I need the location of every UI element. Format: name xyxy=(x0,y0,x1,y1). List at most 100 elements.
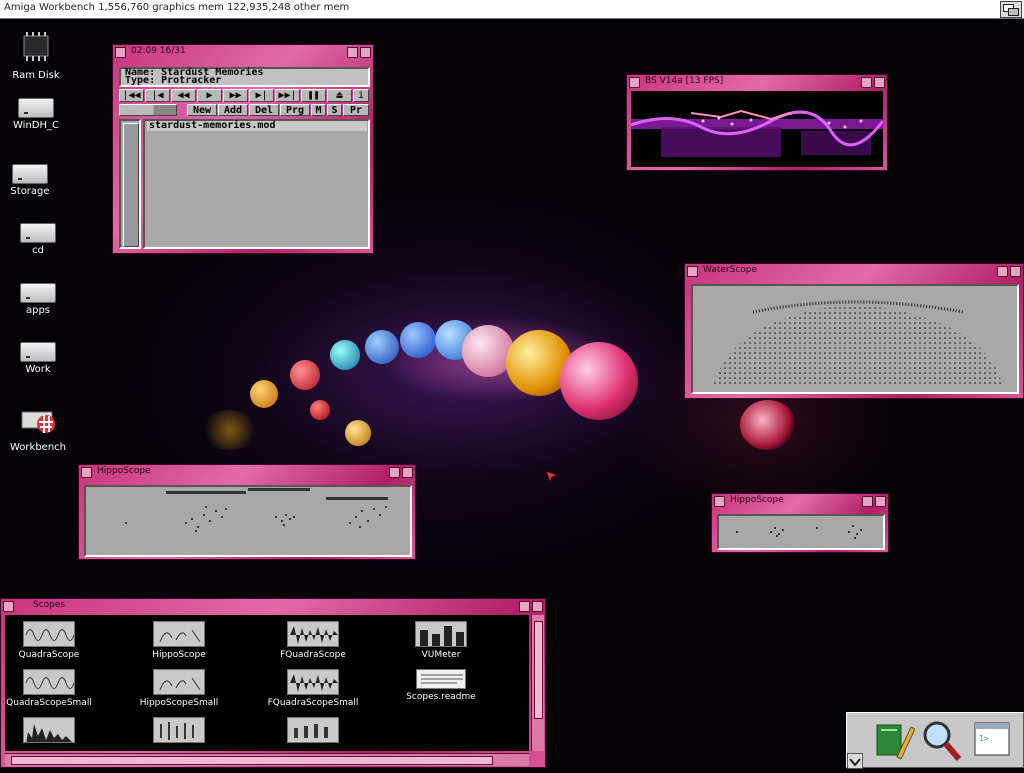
dock-toggle-gadget[interactable] xyxy=(847,753,863,769)
vu-meter-icon xyxy=(415,621,467,647)
scopes-icon-area: QuadraScope HippoScope FQuadraScope VUMe… xyxy=(5,615,529,751)
scopes-horizontal-scrollbar[interactable] xyxy=(5,753,529,766)
scopes-hscroll-knob[interactable] xyxy=(11,756,493,765)
player-window[interactable]: 02:09 16/31 Name: Stardust Memories Type… xyxy=(112,44,374,254)
delete-button[interactable]: Del xyxy=(249,104,279,116)
playlist-item[interactable]: stardust-memories.mod xyxy=(147,121,367,131)
list-button-bar: New Add Del Prg M S Pr xyxy=(119,104,371,117)
close-gadget[interactable] xyxy=(687,266,698,277)
scopes-vertical-scrollbar[interactable] xyxy=(531,615,544,751)
close-gadget[interactable] xyxy=(3,601,14,612)
desktop-icon-workbench[interactable]: Workbench xyxy=(8,402,68,453)
zoom-gadget[interactable] xyxy=(519,601,530,612)
forward-button[interactable]: ▶▶ xyxy=(223,89,248,102)
position-slider[interactable] xyxy=(119,104,177,116)
scope-icon-fquadrascopesmall[interactable]: FQuadraScopeSmall xyxy=(253,669,373,708)
info-button[interactable]: i xyxy=(353,89,369,102)
pause-button[interactable]: ❚❚ xyxy=(301,89,326,102)
hipposcope-small-title: HippoScope xyxy=(730,495,784,505)
hipposcope-large-window[interactable]: HippoScope xyxy=(78,464,416,560)
bs-visualizer-window[interactable]: BS V14a [13 FPS] xyxy=(626,74,888,171)
hipposcope-dots xyxy=(125,488,388,532)
desktop-icon-apps[interactable]: apps xyxy=(8,283,68,316)
m-button[interactable]: M xyxy=(311,104,326,116)
close-gadget[interactable] xyxy=(81,467,92,478)
scope-icon-hipposcopesmall[interactable]: HippoScopeSmall xyxy=(119,669,239,708)
bs-title-bar[interactable]: BS V14a [13 FPS] xyxy=(627,75,887,89)
scope-icon-hipposcope[interactable]: HippoScope xyxy=(119,621,239,660)
scope-icon-vumeter[interactable]: VUMeter xyxy=(381,621,501,660)
scope-icon-quadrascopesmall[interactable]: QuadraScopeSmall xyxy=(5,669,109,708)
close-gadget[interactable] xyxy=(629,77,640,88)
scope-icon-row3-a[interactable] xyxy=(5,717,109,743)
scope-icon-quadrascope[interactable]: QuadraScope xyxy=(5,621,109,660)
desktop-icon-label: Work xyxy=(25,364,51,375)
hipposcope-small-title-bar[interactable]: HippoScope xyxy=(712,494,888,508)
desktop-icon-windh-c[interactable]: WinDH_C xyxy=(6,98,66,131)
zoom-gadget[interactable] xyxy=(862,496,873,507)
decor-orb xyxy=(200,410,260,450)
hard-drive-icon xyxy=(20,283,56,303)
desktop-icon-storage[interactable]: Storage xyxy=(0,164,60,197)
zoom-gadget[interactable] xyxy=(997,266,1008,277)
waterscope-window[interactable]: WaterScope xyxy=(684,263,1024,399)
decor-orb xyxy=(345,420,371,446)
playlist-scrollbar[interactable] xyxy=(119,119,141,249)
depth-gadget[interactable] xyxy=(1010,266,1021,277)
desktop-icon-work[interactable]: Work xyxy=(8,342,68,375)
depth-gadget[interactable] xyxy=(874,77,885,88)
rewind-start-button[interactable]: |◀◀ xyxy=(119,89,144,102)
prev-button[interactable]: |◀ xyxy=(145,89,170,102)
zoom-gadget[interactable] xyxy=(347,47,358,58)
decor-orb xyxy=(250,380,278,408)
close-gadget[interactable] xyxy=(714,496,725,507)
playlist-scroll-knob[interactable] xyxy=(123,123,139,247)
shell-window-icon[interactable]: 1> xyxy=(971,719,1015,763)
waterscope-title-bar[interactable]: WaterScope xyxy=(685,264,1023,278)
eject-button[interactable]: ⏏ xyxy=(327,89,352,102)
boing-drive-icon xyxy=(21,411,55,433)
depth-gadget[interactable] xyxy=(532,601,543,612)
new-button[interactable]: New xyxy=(187,104,217,116)
hipposcope-title: HippoScope xyxy=(97,466,151,476)
next-button[interactable]: ▶| xyxy=(249,89,274,102)
desktop-icon-label: Storage xyxy=(10,186,50,197)
transport-bar: |◀◀ |◀ ◀◀ ▶ ▶▶ ▶| ▶▶| ❚❚ ⏏ i xyxy=(119,89,371,102)
rewind-button[interactable]: ◀◀ xyxy=(171,89,196,102)
scopes-drawer-window[interactable]: Scopes QuadraScope HippoScope FQuadraSco… xyxy=(0,598,546,768)
player-title-bar[interactable]: 02:09 16/31 xyxy=(113,45,373,59)
pr-button[interactable]: Pr xyxy=(343,104,369,116)
s-button[interactable]: S xyxy=(327,104,342,116)
scope-icon-scopes-readme[interactable]: Scopes.readme xyxy=(381,669,501,702)
forward-end-button[interactable]: ▶▶| xyxy=(275,89,300,102)
hipposcope-title-bar[interactable]: HippoScope xyxy=(79,465,415,479)
depth-gadget[interactable] xyxy=(402,467,413,478)
program-button[interactable]: Prg xyxy=(280,104,310,116)
hard-drive-icon xyxy=(18,98,54,118)
scope-icon-fquadrascope[interactable]: FQuadraScope xyxy=(253,621,373,660)
zoom-gadget[interactable] xyxy=(389,467,400,478)
scope-filled-icon xyxy=(287,621,339,647)
scopes-scroll-knob[interactable] xyxy=(534,621,543,719)
close-gadget[interactable] xyxy=(115,47,126,58)
scope-filled-icon xyxy=(287,669,339,695)
desktop-icon-label: apps xyxy=(25,305,51,316)
scope-icon-row3-b[interactable] xyxy=(119,717,239,743)
scopes-title-bar[interactable]: Scopes xyxy=(1,599,545,613)
screen-depth-gadget[interactable] xyxy=(1000,1,1022,18)
notepad-pencil-icon[interactable] xyxy=(871,717,916,763)
desktop-icon-cd[interactable]: cd xyxy=(8,223,68,256)
add-button[interactable]: Add xyxy=(218,104,248,116)
hipposcope-small-window[interactable]: HippoScope xyxy=(711,493,889,553)
magnifier-icon[interactable] xyxy=(919,717,963,763)
screen-title-bar: Amiga Workbench 1,556,760 graphics mem 1… xyxy=(0,0,1024,19)
depth-gadget[interactable] xyxy=(360,47,371,58)
depth-gadget[interactable] xyxy=(875,496,886,507)
scope-icon-label: FQuadraScope xyxy=(280,650,346,660)
zoom-gadget[interactable] xyxy=(861,77,872,88)
scope-icon-row3-c[interactable] xyxy=(253,717,373,743)
module-info: Name: Stardust Memories Type: Protracker xyxy=(119,67,370,87)
playlist[interactable]: stardust-memories.mod xyxy=(143,119,370,249)
desktop-icon-ram-disk[interactable]: Ram Disk xyxy=(6,30,66,81)
play-button[interactable]: ▶ xyxy=(197,89,222,102)
